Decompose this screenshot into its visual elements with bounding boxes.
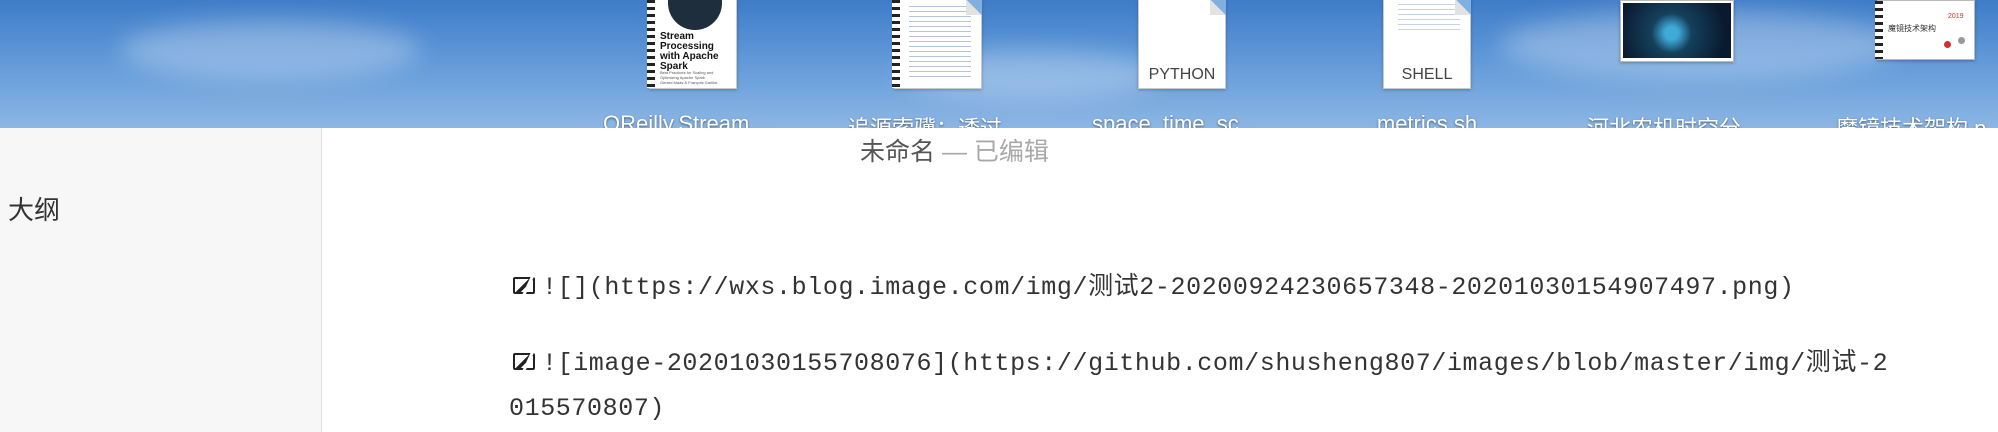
markdown-text: 015570807) — [509, 394, 666, 423]
desktop-file-hebei-report[interactable]: 河北农机时空分析报... — [1587, 0, 1767, 128]
spiral-binding — [892, 0, 900, 88]
book-cover-thumbnail: Stream Processing with Apache Spark Best… — [647, 0, 737, 89]
image-thumbnail — [1620, 0, 1734, 62]
file-type-label: PYTHON — [1148, 66, 1216, 83]
desktop-file-source-doc[interactable]: 追源索骥：透过源码... — [848, 0, 1028, 128]
desktop-file-oreilly-stream[interactable]: Stream Processing with Apache Spark Best… — [603, 0, 783, 128]
shell-file-icon: SHELL — [1383, 0, 1471, 89]
markdown-editor[interactable]: ![](https://wxs.blog.image.com/img/测试2-2… — [322, 128, 1998, 432]
file-type-label: SHELL — [1401, 66, 1453, 83]
file-name: 追源索骥：透过源码... — [848, 111, 1028, 128]
book-cover-art — [668, 0, 722, 30]
spiral-binding — [647, 0, 655, 88]
book-cover-authors: Gerard Maas & François Garillot — [660, 80, 718, 85]
markdown-image-line[interactable]: ![](https://wxs.blog.image.com/img/测试2-2… — [512, 266, 1795, 302]
desktop-file-mojing-pdf[interactable]: 魔镜技术架构 2019 魔镜技术架构.pd... — [1836, 0, 1998, 128]
cloud — [120, 20, 420, 80]
document-text-lines — [1398, 4, 1460, 34]
document-text-lines — [909, 6, 971, 80]
file-name: 河北农机时空分析报... — [1587, 111, 1767, 128]
file-name: OReilly.Stream.Pro... — [603, 111, 783, 128]
file-name: 魔镜技术架构.pd... — [1836, 111, 1998, 128]
decorative-dot — [1958, 37, 1965, 44]
markdown-text: ![](https://wxs.blog.image.com/img/测试2-2… — [542, 273, 1795, 302]
outline-sidebar: 大纲 — [0, 128, 322, 432]
file-name: space_time_scope... — [1092, 111, 1272, 128]
markdown-image-line[interactable]: ![image-20201030155708076](https://githu… — [512, 342, 1888, 378]
desktop-background: Stream Processing with Apache Spark Best… — [0, 0, 1998, 128]
spiral-binding — [1875, 1, 1883, 59]
slide-title: 魔镜技术架构 — [1888, 24, 1936, 33]
markdown-wrapped-line[interactable]: 015570807) — [509, 394, 665, 423]
document-thumbnail — [892, 0, 982, 89]
python-file-icon: PYTHON — [1138, 0, 1226, 89]
editor-window: 大纲 未命名 — 已编辑 ![](https://wxs.blog.image.… — [0, 128, 1998, 432]
file-name: metrics.sh — [1376, 111, 1478, 128]
markdown-text: ![image-20201030155708076](https://githu… — [542, 349, 1889, 378]
book-cover-subtitle: Best Practices for Scaling and Optimizin… — [660, 70, 714, 80]
slide-year: 2019 — [1948, 13, 1964, 20]
broken-image-icon — [512, 275, 538, 297]
desktop-file-shell[interactable]: SHELL metrics.sh — [1347, 0, 1507, 128]
broken-image-icon — [512, 351, 538, 373]
decorative-dot — [1944, 41, 1951, 48]
book-cover-title: Stream Processing with Apache Spark — [660, 31, 719, 72]
pdf-thumbnail: 魔镜技术架构 2019 — [1875, 0, 1975, 60]
outline-title: 大纲 — [8, 195, 61, 225]
map-visualization-image — [1623, 3, 1731, 58]
desktop-file-python[interactable]: PYTHON space_time_scope... — [1092, 0, 1272, 128]
